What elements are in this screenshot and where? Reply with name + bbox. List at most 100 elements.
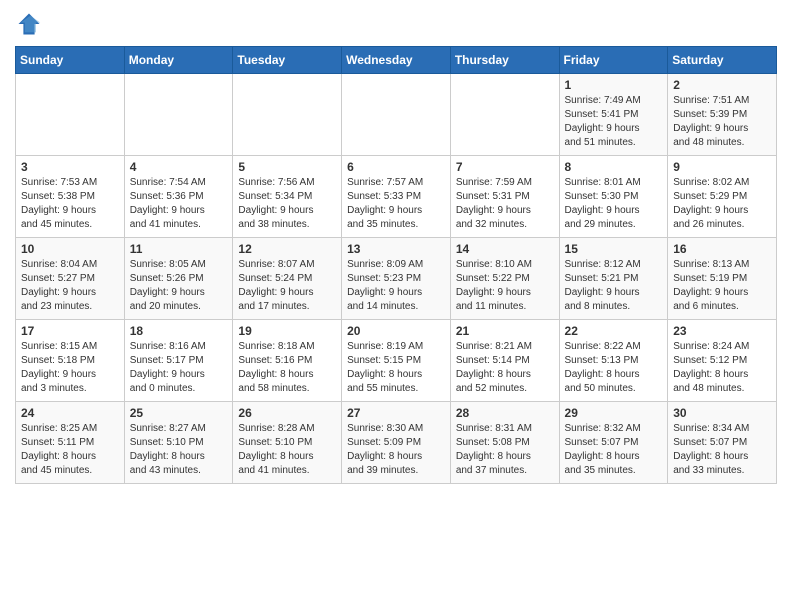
calendar-cell: 3 Sunrise: 7:53 AM Sunset: 5:38 PM Daylig… xyxy=(16,156,125,238)
calendar-cell: 24 Sunrise: 8:25 AM Sunset: 5:11 PM Dayli… xyxy=(16,402,125,484)
calendar-cell: 21 Sunrise: 8:21 AM Sunset: 5:14 PM Dayli… xyxy=(450,320,559,402)
day-number: 15 xyxy=(565,242,663,256)
day-number: 24 xyxy=(21,406,119,420)
day-info: Sunrise: 8:09 AM Sunset: 5:23 PM Dayligh… xyxy=(347,258,445,314)
calendar-cell: 19Sunrise: 8:18 AM Sunset: 5:16 PM Dayli… xyxy=(233,320,342,402)
day-info: Sunrise: 7:56 AM Sunset: 5:34 PM Dayligh… xyxy=(238,176,336,232)
day-number: 11 xyxy=(130,242,228,256)
calendar-cell: 5 Sunrise: 7:56 AM Sunset: 5:34 PM Daylig… xyxy=(233,156,342,238)
day-info: Sunrise: 7:51 AM Sunset: 5:39 PM Dayligh… xyxy=(673,94,771,150)
day-info: Sunrise: 8:10 AM Sunset: 5:22 PM Dayligh… xyxy=(456,258,554,314)
column-header-monday: Monday xyxy=(124,47,233,74)
column-header-thursday: Thursday xyxy=(450,47,559,74)
calendar-cell xyxy=(16,74,125,156)
calendar-cell: 15 Sunrise: 8:12 AM Sunset: 5:21 PM Dayli… xyxy=(559,238,668,320)
day-info: Sunrise: 7:57 AM Sunset: 5:33 PM Dayligh… xyxy=(347,176,445,232)
day-number: 1 xyxy=(565,78,663,92)
day-info: Sunrise: 8:25 AM Sunset: 5:11 PM Dayligh… xyxy=(21,422,119,478)
day-info: Sunrise: 8:05 AM Sunset: 5:26 PM Dayligh… xyxy=(130,258,228,314)
column-header-sunday: Sunday xyxy=(16,47,125,74)
calendar-cell: 23Sunrise: 8:24 AM Sunset: 5:12 PM Dayli… xyxy=(668,320,777,402)
calendar-cell: 30 Sunrise: 8:34 AM Sunset: 5:07 PM Dayli… xyxy=(668,402,777,484)
day-number: 6 xyxy=(347,160,445,174)
day-number: 28 xyxy=(456,406,554,420)
calendar-cell xyxy=(124,74,233,156)
day-info: Sunrise: 7:59 AM Sunset: 5:31 PM Dayligh… xyxy=(456,176,554,232)
calendar-cell: 27 Sunrise: 8:30 AM Sunset: 5:09 PM Dayli… xyxy=(342,402,451,484)
calendar-cell: 28 Sunrise: 8:31 AM Sunset: 5:08 PM Dayli… xyxy=(450,402,559,484)
page-container: SundayMondayTuesdayWednesdayThursdayFrid… xyxy=(0,0,792,494)
calendar-cell xyxy=(342,74,451,156)
day-info: Sunrise: 8:19 AM Sunset: 5:15 PM Dayligh… xyxy=(347,340,445,396)
calendar-cell: 13Sunrise: 8:09 AM Sunset: 5:23 PM Dayli… xyxy=(342,238,451,320)
calendar-week-row: 10 Sunrise: 8:04 AM Sunset: 5:27 PM Dayli… xyxy=(16,238,777,320)
calendar-cell: 22 Sunrise: 8:22 AM Sunset: 5:13 PM Dayli… xyxy=(559,320,668,402)
calendar-cell xyxy=(233,74,342,156)
column-header-friday: Friday xyxy=(559,47,668,74)
calendar-cell: 8 Sunrise: 8:01 AM Sunset: 5:30 PM Daylig… xyxy=(559,156,668,238)
day-number: 10 xyxy=(21,242,119,256)
day-number: 21 xyxy=(456,324,554,338)
day-number: 17 xyxy=(21,324,119,338)
column-header-tuesday: Tuesday xyxy=(233,47,342,74)
day-info: Sunrise: 8:04 AM Sunset: 5:27 PM Dayligh… xyxy=(21,258,119,314)
page-header xyxy=(15,10,777,38)
calendar-cell: 6 Sunrise: 7:57 AM Sunset: 5:33 PM Daylig… xyxy=(342,156,451,238)
calendar-cell: 14Sunrise: 8:10 AM Sunset: 5:22 PM Dayli… xyxy=(450,238,559,320)
day-number: 9 xyxy=(673,160,771,174)
day-info: Sunrise: 7:53 AM Sunset: 5:38 PM Dayligh… xyxy=(21,176,119,232)
day-number: 26 xyxy=(238,406,336,420)
calendar-week-row: 24 Sunrise: 8:25 AM Sunset: 5:11 PM Dayli… xyxy=(16,402,777,484)
calendar-cell: 4 Sunrise: 7:54 AM Sunset: 5:36 PM Daylig… xyxy=(124,156,233,238)
day-number: 22 xyxy=(565,324,663,338)
day-number: 20 xyxy=(347,324,445,338)
day-number: 4 xyxy=(130,160,228,174)
day-info: Sunrise: 8:28 AM Sunset: 5:10 PM Dayligh… xyxy=(238,422,336,478)
day-info: Sunrise: 8:21 AM Sunset: 5:14 PM Dayligh… xyxy=(456,340,554,396)
day-info: Sunrise: 8:01 AM Sunset: 5:30 PM Dayligh… xyxy=(565,176,663,232)
day-number: 29 xyxy=(565,406,663,420)
day-info: Sunrise: 8:13 AM Sunset: 5:19 PM Dayligh… xyxy=(673,258,771,314)
day-number: 30 xyxy=(673,406,771,420)
day-number: 12 xyxy=(238,242,336,256)
day-number: 23 xyxy=(673,324,771,338)
calendar-cell: 17 Sunrise: 8:15 AM Sunset: 5:18 PM Dayli… xyxy=(16,320,125,402)
day-info: Sunrise: 7:54 AM Sunset: 5:36 PM Dayligh… xyxy=(130,176,228,232)
day-number: 5 xyxy=(238,160,336,174)
calendar-cell: 29Sunrise: 8:32 AM Sunset: 5:07 PM Dayli… xyxy=(559,402,668,484)
calendar-cell: 25 Sunrise: 8:27 AM Sunset: 5:10 PM Dayli… xyxy=(124,402,233,484)
day-info: Sunrise: 8:18 AM Sunset: 5:16 PM Dayligh… xyxy=(238,340,336,396)
day-info: Sunrise: 8:12 AM Sunset: 5:21 PM Dayligh… xyxy=(565,258,663,314)
column-header-wednesday: Wednesday xyxy=(342,47,451,74)
day-info: Sunrise: 8:15 AM Sunset: 5:18 PM Dayligh… xyxy=(21,340,119,396)
day-info: Sunrise: 7:49 AM Sunset: 5:41 PM Dayligh… xyxy=(565,94,663,150)
calendar-cell: 20 Sunrise: 8:19 AM Sunset: 5:15 PM Dayli… xyxy=(342,320,451,402)
day-info: Sunrise: 8:02 AM Sunset: 5:29 PM Dayligh… xyxy=(673,176,771,232)
day-info: Sunrise: 8:07 AM Sunset: 5:24 PM Dayligh… xyxy=(238,258,336,314)
column-header-saturday: Saturday xyxy=(668,47,777,74)
day-number: 25 xyxy=(130,406,228,420)
calendar-cell: 7 Sunrise: 7:59 AM Sunset: 5:31 PM Daylig… xyxy=(450,156,559,238)
calendar-cell: 2Sunrise: 7:51 AM Sunset: 5:39 PM Daylig… xyxy=(668,74,777,156)
day-number: 3 xyxy=(21,160,119,174)
logo-icon xyxy=(15,10,43,38)
day-info: Sunrise: 8:27 AM Sunset: 5:10 PM Dayligh… xyxy=(130,422,228,478)
day-number: 27 xyxy=(347,406,445,420)
day-info: Sunrise: 8:31 AM Sunset: 5:08 PM Dayligh… xyxy=(456,422,554,478)
logo xyxy=(15,10,47,38)
day-info: Sunrise: 8:30 AM Sunset: 5:09 PM Dayligh… xyxy=(347,422,445,478)
day-number: 16 xyxy=(673,242,771,256)
calendar-cell: 9 Sunrise: 8:02 AM Sunset: 5:29 PM Daylig… xyxy=(668,156,777,238)
calendar-cell: 16 Sunrise: 8:13 AM Sunset: 5:19 PM Dayli… xyxy=(668,238,777,320)
calendar-week-row: 1 Sunrise: 7:49 AM Sunset: 5:41 PM Daylig… xyxy=(16,74,777,156)
calendar-table: SundayMondayTuesdayWednesdayThursdayFrid… xyxy=(15,46,777,484)
day-info: Sunrise: 8:22 AM Sunset: 5:13 PM Dayligh… xyxy=(565,340,663,396)
day-number: 8 xyxy=(565,160,663,174)
calendar-cell xyxy=(450,74,559,156)
day-info: Sunrise: 8:16 AM Sunset: 5:17 PM Dayligh… xyxy=(130,340,228,396)
calendar-cell: 11 Sunrise: 8:05 AM Sunset: 5:26 PM Dayli… xyxy=(124,238,233,320)
day-number: 7 xyxy=(456,160,554,174)
calendar-week-row: 17 Sunrise: 8:15 AM Sunset: 5:18 PM Dayli… xyxy=(16,320,777,402)
day-info: Sunrise: 8:34 AM Sunset: 5:07 PM Dayligh… xyxy=(673,422,771,478)
calendar-week-row: 3 Sunrise: 7:53 AM Sunset: 5:38 PM Daylig… xyxy=(16,156,777,238)
